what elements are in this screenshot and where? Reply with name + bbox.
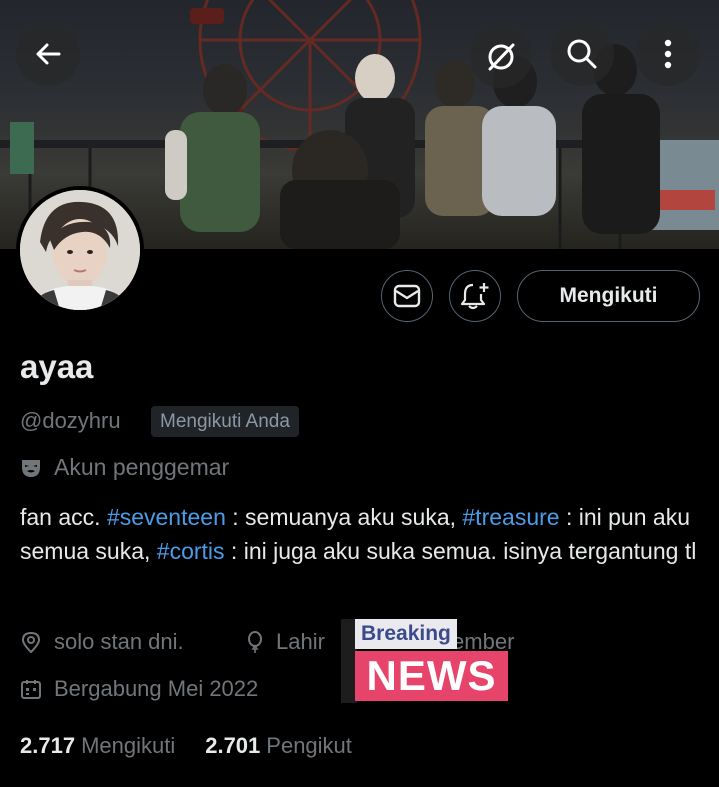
back-button[interactable] — [16, 22, 80, 86]
followers-stat[interactable]: 2.701 Pengikut — [205, 733, 352, 759]
joined-label: Bergabung Mei 2022 — [54, 676, 259, 701]
grok-button[interactable] — [470, 26, 532, 88]
notifications-button[interactable] — [449, 270, 501, 322]
avatar-image — [20, 190, 140, 310]
followers-label: Pengikut — [266, 733, 352, 758]
location-label: solo stan dni. — [54, 629, 184, 654]
breaking-news-headline: NEWS — [355, 651, 508, 701]
balloon-icon — [248, 631, 262, 653]
theater-mask-icon — [22, 459, 40, 477]
more-options-button[interactable] — [636, 22, 700, 86]
profile-bio: fan acc. #seventeen : semuanya aku suka,… — [20, 500, 700, 568]
message-button[interactable] — [381, 270, 433, 322]
profile-category[interactable]: Akun penggemar — [20, 454, 229, 481]
more-vertical-icon — [664, 39, 672, 69]
profile-name: ayaa — [20, 348, 94, 385]
hashtag-link[interactable]: #cortis — [157, 538, 225, 564]
hashtag-link[interactable]: #treasure — [462, 504, 559, 530]
search-icon — [567, 39, 597, 69]
profile-handle: @dozyhru — [20, 408, 121, 433]
following-count: 2.717 — [20, 733, 76, 758]
followers-count: 2.701 — [205, 733, 261, 758]
arrow-left-icon — [36, 43, 61, 65]
avatar[interactable] — [16, 186, 144, 314]
bio-text: : ini juga aku suka semua. isinya tergan… — [224, 538, 697, 564]
follow-stats: 2.717 Mengikuti 2.701 Pengikut — [20, 733, 382, 759]
location-pin-icon — [21, 631, 41, 653]
following-button[interactable]: Mengikuti — [517, 270, 700, 322]
grok-icon — [488, 43, 515, 71]
calendar-icon — [21, 680, 41, 699]
birth-label: Lahir — [276, 629, 325, 654]
follows-you-badge: Mengikuti Anda — [151, 406, 299, 437]
hashtag-link[interactable]: #seventeen — [107, 504, 226, 530]
breaking-news-tag: Breaking — [355, 619, 457, 649]
bio-text: fan acc. — [20, 504, 107, 530]
category-label: Akun penggemar — [54, 454, 230, 480]
search-button[interactable] — [550, 22, 614, 86]
breaking-news-sticker: Breaking NEWS — [341, 615, 509, 703]
profile-location: solo stan dni. — [20, 629, 184, 655]
profile-joined: Bergabung Mei 2022 — [20, 676, 258, 702]
following-label: Mengikuti — [81, 733, 176, 758]
bio-text: : semuanya aku suka, — [225, 504, 463, 530]
following-stat[interactable]: 2.717 Mengikuti — [20, 733, 175, 759]
envelope-icon — [393, 284, 421, 308]
bell-plus-icon — [460, 283, 489, 310]
